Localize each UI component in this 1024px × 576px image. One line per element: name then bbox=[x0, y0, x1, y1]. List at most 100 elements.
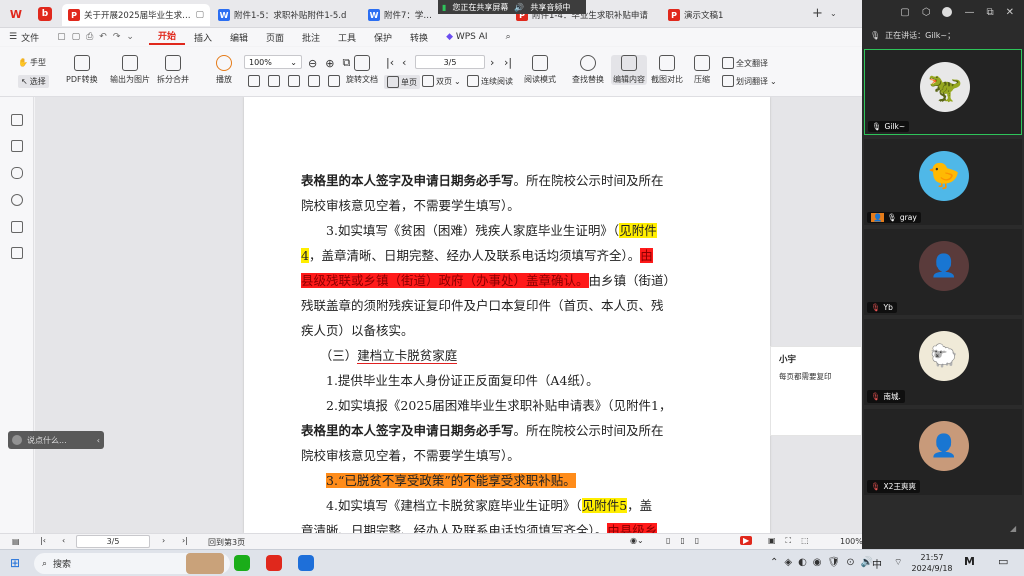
select-tool-button[interactable]: ↖ 选择 bbox=[18, 75, 49, 88]
layers-icon[interactable] bbox=[11, 247, 23, 259]
wifi-icon[interactable]: ⌔ bbox=[894, 557, 902, 568]
single-page-button[interactable]: 单页 bbox=[384, 75, 420, 89]
menu-convert[interactable]: 转换 bbox=[401, 31, 437, 44]
edit-content-button[interactable]: 编辑内容 bbox=[611, 55, 647, 85]
doc-line: 1.提供毕业生本人身份证正反面复印件（A4纸）。 bbox=[301, 371, 713, 391]
pdf-convert-button[interactable]: PDF转换 bbox=[66, 55, 98, 85]
layout-icon[interactable]: ▢ bbox=[900, 7, 909, 18]
menu-page[interactable]: 页面 bbox=[257, 31, 293, 44]
zoom-out-icon[interactable]: ⊖ bbox=[308, 57, 317, 70]
double-page-button[interactable]: 双页 ⌄ bbox=[422, 75, 461, 87]
next-page-icon[interactable]: › bbox=[162, 536, 165, 545]
signature-icon[interactable] bbox=[11, 221, 23, 233]
tab-doc-2[interactable]: W 附件1-5：求职补贴附件1-5.d bbox=[212, 4, 360, 26]
thumbnail-icon[interactable] bbox=[11, 140, 23, 152]
fit-width-icon[interactable] bbox=[268, 75, 280, 87]
hamburger-icon[interactable]: ☰ bbox=[0, 32, 19, 42]
participant-tile[interactable]: 🐑 🎙 南城. bbox=[864, 319, 1022, 405]
quick-access-icons[interactable]: ▢▢⎙↶↷⌄ bbox=[48, 32, 149, 42]
ime-indicator[interactable]: 中 bbox=[872, 556, 882, 571]
document-area: 表格里的本人签字及申请日期务必手写。所在院校公示时间及所在 院校审核意见空着，不需… bbox=[35, 97, 862, 533]
compress-button[interactable]: 压缩 bbox=[694, 55, 710, 85]
export-image-button[interactable]: 输出为图片 bbox=[110, 55, 150, 85]
status-zoom[interactable]: 100% bbox=[840, 537, 863, 546]
read-mode-button[interactable]: 阅读模式 bbox=[524, 55, 556, 85]
comment-icon[interactable] bbox=[11, 167, 23, 179]
menu-comment[interactable]: 批注 bbox=[293, 31, 329, 44]
next-page-icon[interactable]: › bbox=[490, 56, 494, 69]
fit-page-icon[interactable] bbox=[248, 75, 260, 87]
rotate-icon[interactable] bbox=[328, 75, 340, 87]
sidebar-toggle-icon[interactable]: ▤ bbox=[12, 537, 20, 546]
split-merge-button[interactable]: 拆分合并 bbox=[157, 55, 189, 85]
home-icon[interactable]: b bbox=[38, 7, 52, 21]
wps-taskbar-icon[interactable] bbox=[266, 555, 282, 571]
page-number-input[interactable]: 3/5 bbox=[415, 55, 485, 69]
speaker-icon[interactable]: 🔊 bbox=[514, 3, 524, 12]
comment-card[interactable]: 小宇 每页都需要复印 bbox=[770, 346, 862, 436]
clock[interactable]: 21:57 2024/9/18 bbox=[910, 552, 954, 574]
wps-logo[interactable]: W bbox=[6, 6, 26, 22]
attachment-icon[interactable] bbox=[11, 194, 23, 206]
windows-start-icon[interactable]: ⊞ bbox=[10, 556, 20, 570]
participant-tile[interactable]: 👤 🎙 X2王爽爽 bbox=[864, 409, 1022, 495]
menu-file[interactable]: 文件 bbox=[19, 31, 48, 44]
notification-icon[interactable]: ▭ bbox=[998, 555, 1008, 568]
resize-handle-icon[interactable]: ◢ bbox=[1010, 524, 1016, 533]
play-button[interactable]: 播放 bbox=[216, 55, 232, 85]
meeting-app-icon[interactable] bbox=[298, 555, 314, 571]
menu-home[interactable]: 开始 bbox=[148, 29, 185, 45]
restore-icon[interactable]: ⧉ bbox=[986, 7, 993, 18]
continuous-read-button[interactable]: 连续阅读 bbox=[467, 75, 513, 87]
screenshot-compare-button[interactable]: 截图对比 bbox=[651, 55, 683, 85]
first-page-icon[interactable]: |‹ bbox=[40, 536, 46, 545]
tray-app-icon[interactable]: M bbox=[964, 555, 975, 568]
prev-page-icon[interactable]: ‹ bbox=[402, 56, 406, 69]
zoom-in-icon[interactable]: ⊕ bbox=[325, 57, 334, 70]
menu-insert[interactable]: 插入 bbox=[185, 31, 221, 44]
tab-doc-5[interactable]: P 演示文稿1 bbox=[662, 4, 802, 26]
rotate-doc-button[interactable]: 旋转文档 bbox=[346, 55, 378, 85]
tab-doc-3[interactable]: W 附件7：学生注意事项 bbox=[362, 4, 438, 26]
menu-tools[interactable]: 工具 bbox=[329, 31, 365, 44]
status-page-input[interactable]: 3/5 bbox=[76, 535, 150, 548]
participant-tile[interactable]: 🐤 👤 🎙 gray bbox=[864, 139, 1022, 225]
wechat-icon[interactable] bbox=[234, 555, 250, 571]
back-to-page[interactable]: 回到第3页 bbox=[208, 537, 245, 548]
chat-input[interactable]: 说点什么... ‹ bbox=[8, 431, 104, 449]
shield-icon[interactable]: ⬡ bbox=[922, 7, 931, 18]
crop-icon[interactable] bbox=[288, 75, 300, 87]
collapse-icon[interactable]: ‹ bbox=[97, 436, 100, 445]
translate-word-button[interactable]: 划词翻译 ⌄ bbox=[722, 75, 777, 87]
find-replace-button[interactable]: 查找替换 bbox=[572, 55, 604, 85]
avatar-icon[interactable] bbox=[942, 7, 953, 17]
tab-close-icon[interactable]: ▢ bbox=[195, 10, 204, 20]
menu-wps-ai[interactable]: ◆ WPS AI bbox=[437, 32, 497, 42]
last-page-icon[interactable]: ›| bbox=[182, 536, 188, 545]
menu-protect[interactable]: 保护 bbox=[365, 31, 401, 44]
system-tray-icons[interactable]: ⌃◈◐◉🛡⊙🔊 bbox=[770, 557, 879, 568]
text-run: 2.如实填报《2025届困难毕业生求职补贴申请表》（见附件1， bbox=[301, 398, 672, 413]
search-icon[interactable]: ⌕ bbox=[497, 32, 520, 42]
bookmark-icon[interactable] bbox=[11, 114, 23, 126]
menu-edit[interactable]: 编辑 bbox=[221, 31, 257, 44]
play-icon[interactable]: ▶ bbox=[740, 536, 753, 545]
close-icon[interactable]: ✕ bbox=[1006, 7, 1014, 18]
copy-icon[interactable] bbox=[308, 75, 320, 87]
translate-all-button[interactable]: 全文翻译 bbox=[722, 57, 768, 69]
new-tab-icon[interactable]: + bbox=[812, 6, 823, 21]
participant-tile[interactable]: 👤 🎙 Yb bbox=[864, 229, 1022, 315]
fit-icons[interactable]: ▣⛶⬚ bbox=[768, 536, 819, 546]
prev-page-icon[interactable]: ‹ bbox=[62, 536, 65, 545]
first-page-icon[interactable]: |‹ bbox=[386, 56, 394, 69]
minimize-icon[interactable]: — bbox=[964, 7, 974, 18]
participant-tile[interactable]: 🦖 🎙 Gilk~ bbox=[864, 49, 1022, 135]
hand-tool-button[interactable]: ✋ 手型 bbox=[18, 57, 46, 68]
eye-icon[interactable]: ◉⌄ bbox=[630, 536, 644, 545]
view-mode-icons[interactable]: ▯▯▯ bbox=[666, 536, 709, 545]
zoom-select[interactable]: 100% ⌄ bbox=[244, 55, 302, 69]
last-page-icon[interactable]: ›| bbox=[504, 56, 512, 69]
chevron-down-icon[interactable]: ⌄ bbox=[830, 9, 837, 18]
tab-doc-1[interactable]: P 关于开展2025届毕业生求职补贴 ▢ bbox=[62, 4, 210, 26]
doc-line: 疾人页）以备核实。 bbox=[301, 321, 713, 341]
